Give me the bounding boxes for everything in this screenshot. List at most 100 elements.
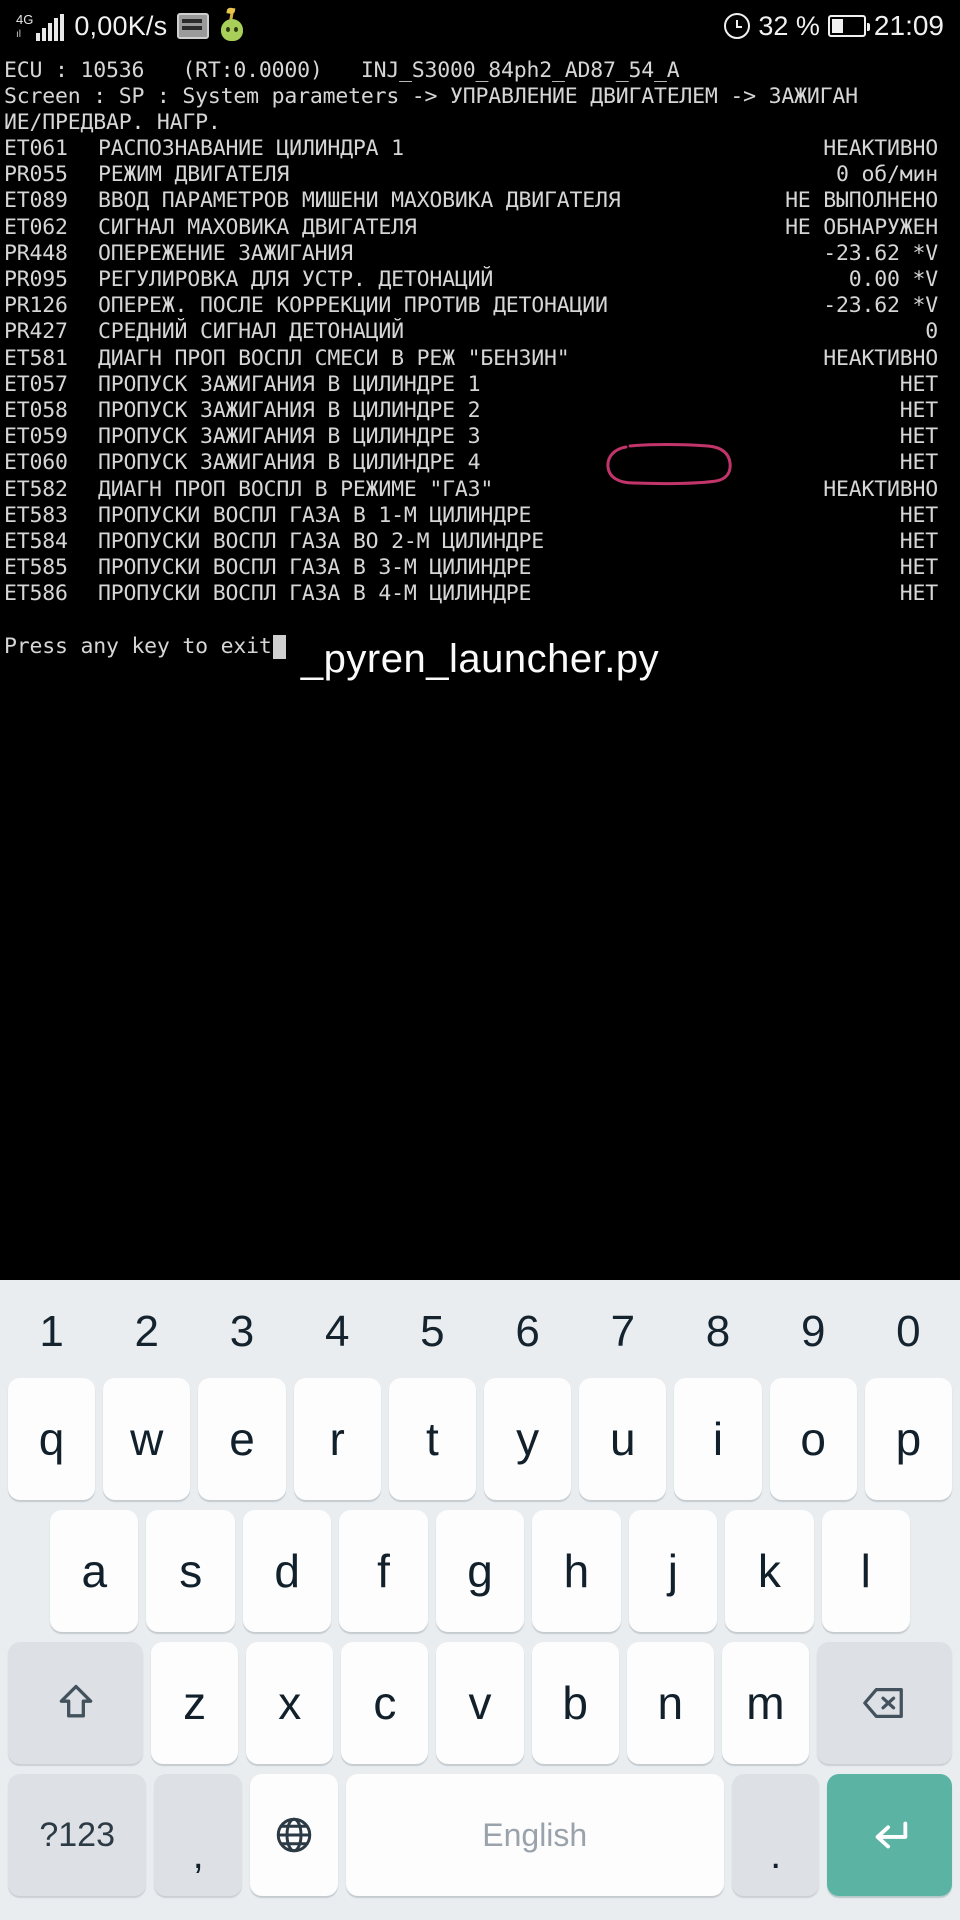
key-y[interactable]: y	[484, 1378, 572, 1500]
key-j[interactable]: j	[628, 1510, 718, 1632]
parameter-code: ET585	[4, 555, 68, 581]
key-n[interactable]: n	[626, 1642, 714, 1764]
key-3[interactable]: 3	[198, 1307, 285, 1357]
parameter-label: ПРОПУСКИ ВОСПЛ ГАЗА ВО 2-М ЦИЛИНДРЕ	[98, 529, 545, 555]
parameter-label: ПРОПУСК ЗАЖИГАНИЯ В ЦИЛИНДРЕ 4	[98, 450, 481, 476]
parameter-row: PR448 ОПЕРЕЖЕНИЕ ЗАЖИГАНИЯ -23.62 *V	[4, 241, 960, 267]
key-v[interactable]: v	[436, 1642, 524, 1764]
parameter-label: ПРОПУСКИ ВОСПЛ ГАЗА В 1-М ЦИЛИНДРЕ	[98, 502, 532, 528]
key-6[interactable]: 6	[484, 1307, 571, 1357]
key-1[interactable]: 1	[8, 1307, 95, 1357]
key-i[interactable]: i	[674, 1378, 762, 1500]
parameter-label: ПРОПУСК ЗАЖИГАНИЯ В ЦИЛИНДРЕ 3	[98, 424, 481, 450]
key-t[interactable]: t	[388, 1378, 476, 1500]
comma-key[interactable]: ,	[154, 1774, 242, 1896]
key-u[interactable]: u	[579, 1378, 667, 1500]
key-m[interactable]: m	[721, 1642, 809, 1764]
key-w[interactable]: w	[103, 1378, 191, 1500]
key-r[interactable]: r	[293, 1378, 381, 1500]
parameter-code: ET089	[4, 188, 68, 214]
key-h[interactable]: h	[532, 1510, 621, 1632]
key-5[interactable]: 5	[389, 1307, 476, 1357]
period-key[interactable]: .	[731, 1774, 820, 1896]
parameter-label: ПРОПУСК ЗАЖИГАНИЯ В ЦИЛИНДРЕ 2	[98, 398, 481, 424]
key-2[interactable]: 2	[103, 1307, 190, 1357]
key-x[interactable]: x	[246, 1642, 334, 1764]
parameter-code: ET584	[4, 529, 68, 555]
key-e[interactable]: e	[198, 1378, 286, 1500]
parameter-label: ДИАГН ПРОП ВОСПЛ СМЕСИ В РЕЖ "БЕНЗИН"	[98, 345, 570, 371]
parameter-label: ВВОД ПАРАМЕТРОВ МИШЕНИ МАХОВИКА ДВИГАТЕЛ…	[98, 188, 621, 214]
parameter-value: НЕТ	[899, 529, 938, 555]
parameter-row: ET062 СИГНАЛ МАХОВИКА ДВИГАТЕЛЯ НЕ ОБНАРУЖ…	[4, 215, 960, 241]
key-p[interactable]: p	[864, 1378, 953, 1500]
keyboard-number-row: 1234567890	[4, 1286, 956, 1378]
parameter-value: НЕ ВЫПОЛНЕНО	[785, 188, 938, 214]
key-4[interactable]: 4	[294, 1307, 381, 1357]
exit-prompt: Press any key to exit	[4, 634, 960, 660]
key-z[interactable]: z	[151, 1642, 239, 1764]
key-9[interactable]: 9	[770, 1307, 857, 1357]
parameter-value: НЕАКТИВНО	[823, 476, 938, 502]
parameter-code: ET582	[4, 476, 68, 502]
parameter-code: ET062	[4, 214, 68, 240]
parameter-value: НЕТ	[899, 555, 938, 581]
parameter-code: PR126	[4, 293, 68, 319]
alarm-clock-icon	[724, 13, 751, 39]
globe-key[interactable]	[250, 1774, 338, 1896]
signal-strength-icon: 4G ıl	[16, 11, 65, 41]
parameter-row: ET581 ДИАГН ПРОП ВОСПЛ СМЕСИ В РЕЖ "БЕНЗИ…	[4, 346, 960, 372]
network-sub-label: ıl	[16, 29, 21, 40]
space-key[interactable]: English	[345, 1774, 724, 1896]
parameter-code: PR095	[4, 267, 68, 293]
data-speed-label: 0,00K/s	[74, 10, 168, 41]
parameter-code: PR448	[4, 240, 68, 266]
key-8[interactable]: 8	[674, 1307, 761, 1357]
key-7[interactable]: 7	[579, 1307, 666, 1357]
key-d[interactable]: d	[242, 1510, 332, 1632]
parameter-code: ET060	[4, 450, 68, 476]
battery-percent-label: 32 %	[758, 10, 820, 41]
network-type-label: 4G	[16, 12, 34, 27]
keyboard-row-1: qwertyuiop	[4, 1378, 956, 1500]
on-screen-keyboard[interactable]: 1234567890 qwertyuiop asdfghjkl zxcvbnm …	[0, 1280, 960, 1920]
parameter-list: ET061 РАСПОЗНАВАНИЕ ЦИЛИНДРА 1 НЕАКТИВНО PR…	[4, 136, 960, 608]
parameter-value: НЕ ОБНАРУЖЕН	[785, 214, 938, 240]
parameter-label: ОПЕРЕЖ. ПОСЛЕ КОРРЕКЦИИ ПРОТИВ ДЕТОНАЦИИ	[98, 293, 608, 319]
parameter-label: СИГНАЛ МАХОВИКА ДВИГАТЕЛЯ	[98, 214, 417, 240]
enter-key[interactable]	[827, 1774, 952, 1896]
parameter-code: ET586	[4, 581, 68, 607]
parameter-code: ET581	[4, 345, 68, 371]
parameter-value: 0 об/мин	[836, 162, 938, 188]
parameter-label: ОПЕРЕЖЕНИЕ ЗАЖИГАНИЯ	[98, 240, 353, 266]
key-o[interactable]: o	[769, 1378, 857, 1500]
parameter-value: -23.62 *V	[823, 293, 938, 319]
key-c[interactable]: c	[341, 1642, 429, 1764]
key-s[interactable]: s	[146, 1510, 235, 1632]
parameter-row: ET585 ПРОПУСКИ ВОСПЛ ГАЗА В 3-М ЦИЛИНДРЕ Н…	[4, 555, 960, 581]
symbols-key[interactable]: ?123	[8, 1774, 147, 1896]
parameter-value: НЕТ	[899, 398, 938, 424]
key-l[interactable]: l	[821, 1510, 910, 1632]
parameter-row: ET089 ВВОД ПАРАМЕТРОВ МИШЕНИ МАХОВИКА ДВИ…	[4, 188, 960, 214]
keyboard-row-2: asdfghjkl	[4, 1510, 956, 1632]
key-f[interactable]: f	[339, 1510, 428, 1632]
key-k[interactable]: k	[725, 1510, 814, 1632]
key-q[interactable]: q	[7, 1378, 96, 1500]
backspace-key[interactable]	[816, 1642, 952, 1764]
signal-bars	[36, 14, 65, 41]
parameter-row: PR126 ОПЕРЕЖ. ПОСЛЕ КОРРЕКЦИИ ПРОТИВ ДЕТО…	[4, 293, 960, 319]
parameter-value: НЕТ	[899, 371, 938, 397]
terminal-output[interactable]: ECU : 10536 (RT:0.0000) INJ_S3000_84ph2_…	[0, 52, 960, 1280]
parameter-row: PR055 РЕЖИМ ДВИГАТЕЛЯ 0 об/мин	[4, 162, 960, 188]
parameter-code: PR055	[4, 162, 68, 188]
key-g[interactable]: g	[435, 1510, 525, 1632]
screen-path-line-2: ИЕ/ПРЕДВАР. НАГР.	[4, 110, 221, 135]
key-a[interactable]: a	[50, 1510, 139, 1632]
shift-key[interactable]	[8, 1642, 144, 1764]
key-b[interactable]: b	[531, 1642, 619, 1764]
parameter-row: ET583 ПРОПУСКИ ВОСПЛ ГАЗА В 1-М ЦИЛИНДРЕ Н…	[4, 503, 960, 529]
parameter-value: НЕТ	[899, 450, 938, 476]
key-0[interactable]: 0	[865, 1307, 952, 1357]
